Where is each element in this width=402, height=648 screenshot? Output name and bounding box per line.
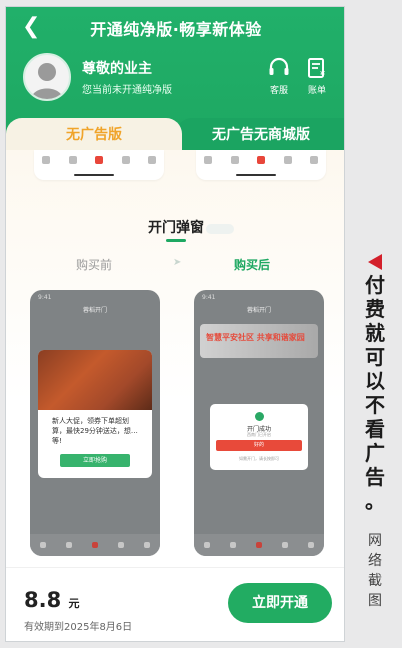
plan-tabs: 无广告无商城版 无广告版 <box>6 114 344 154</box>
door-open-note: 如需开门，请长按即可 <box>239 456 279 461</box>
bill-icon: ¥ <box>302 57 332 81</box>
after-label: 购买后 <box>234 258 271 272</box>
caption-char: 告 <box>365 465 385 489</box>
source-char: 网 <box>368 533 382 549</box>
bill-label: 账单 <box>307 86 326 96</box>
source-char: 图 <box>368 593 382 609</box>
mock-tabbar <box>194 534 324 556</box>
headset-icon <box>264 57 294 81</box>
pointer-triangle-icon <box>368 254 382 270</box>
caption-char: 广 <box>365 441 385 465</box>
door-open-popup: 开门成功 西南门已开启 好的 如需开门，请长按即可 <box>210 404 308 470</box>
caption-char: 就 <box>365 321 385 345</box>
mock-tabbar <box>30 534 160 556</box>
page-title: 开通纯净版·畅享新体验 <box>90 20 262 39</box>
user-status: 您当前未开通纯净版 <box>82 85 172 96</box>
door-open-subtitle: 西南门已开启 <box>247 432 271 437</box>
caption-char: 。 <box>365 489 385 513</box>
price-value: 8.8 <box>24 588 62 612</box>
service-label: 客服 <box>269 86 288 96</box>
avatar <box>23 53 71 101</box>
community-banner-text: 智慧平安社区 共享和谐家园 <box>206 333 305 342</box>
purchase-footer: 8.8 元 有效期到2025年8月6日 立即开通 <box>6 567 344 641</box>
buy-now-button[interactable]: 立即开通 <box>228 583 332 623</box>
caption-char: 以 <box>365 369 385 393</box>
bill-button[interactable]: ¥ 账单 <box>302 57 332 96</box>
door-open-button: 好的 <box>216 440 302 451</box>
community-banner: 智慧平安社区 共享和谐家园 <box>200 324 318 358</box>
mock-status-time: 9:41 <box>202 294 216 301</box>
caption-char: 付 <box>365 273 385 297</box>
app-screen: ❮ 开通纯净版·畅享新体验 尊敬的业主 您当前未开通纯净版 客服 ¥ 账单 无广… <box>5 6 345 642</box>
section-decoration <box>206 224 234 234</box>
ad-popup-text: 新人大促，领券下单超划算，最快29分钟送达，想…等! <box>52 417 138 445</box>
tab-no-ads[interactable]: 无广告版 <box>6 118 182 154</box>
before-label: 购买前 <box>76 258 113 272</box>
ad-popup-button: 立即抢购 <box>60 454 130 467</box>
preview-area: 开门弹窗 购买前 ➤ 购买后 9:41 蓉稻开门 新人大促，领券下单超划算，最快… <box>6 150 344 570</box>
ad-food-image <box>38 350 152 410</box>
source-char: 络 <box>368 553 382 569</box>
page: ❮ 开通纯净版·畅享新体验 尊敬的业主 您当前未开通纯净版 客服 ¥ 账单 无广… <box>0 0 402 648</box>
tab-no-ads-no-mall[interactable]: 无广告无商城版 <box>176 118 344 154</box>
user-avatar-icon <box>31 63 63 99</box>
mock-phone-before: 9:41 蓉稻开门 新人大促，领券下单超划算，最快29分钟送达，想…等! 立即抢… <box>30 290 160 556</box>
svg-text:¥: ¥ <box>320 70 325 79</box>
price-unit: 元 <box>68 597 80 610</box>
preview-peek-right <box>196 150 326 180</box>
arrow-right-icon: ➤ <box>173 257 182 268</box>
validity-text: 有效期到2025年8月6日 <box>24 622 133 633</box>
service-button[interactable]: 客服 <box>264 57 294 96</box>
mock-title: 蓉稻开门 <box>82 307 107 314</box>
caption-char: 可 <box>365 345 385 369</box>
price: 8.8 元 <box>24 588 80 612</box>
preview-peek-left <box>34 150 164 180</box>
section-underline <box>166 239 186 242</box>
user-name: 尊敬的业主 <box>82 61 152 77</box>
caption-char: 不 <box>365 393 385 417</box>
side-caption: 付 费 就 可 以 不 看 广 告 。 网 络 截 图 <box>360 254 390 611</box>
mock-status-time: 9:41 <box>38 294 52 301</box>
source-char: 截 <box>368 573 382 589</box>
mock-title: 蓉稻开门 <box>246 307 271 314</box>
check-icon <box>255 412 264 421</box>
caption-char: 看 <box>365 417 385 441</box>
section-title: 开门弹窗 <box>148 220 204 236</box>
mock-phone-after: 9:41 蓉稻开门 智慧平安社区 共享和谐家园 开门成功 西南门已开启 好的 如… <box>194 290 324 556</box>
ad-popup: 新人大促，领券下单超划算，最快29分钟送达，想…等! 立即抢购 <box>38 350 152 478</box>
caption-char: 费 <box>365 297 385 321</box>
